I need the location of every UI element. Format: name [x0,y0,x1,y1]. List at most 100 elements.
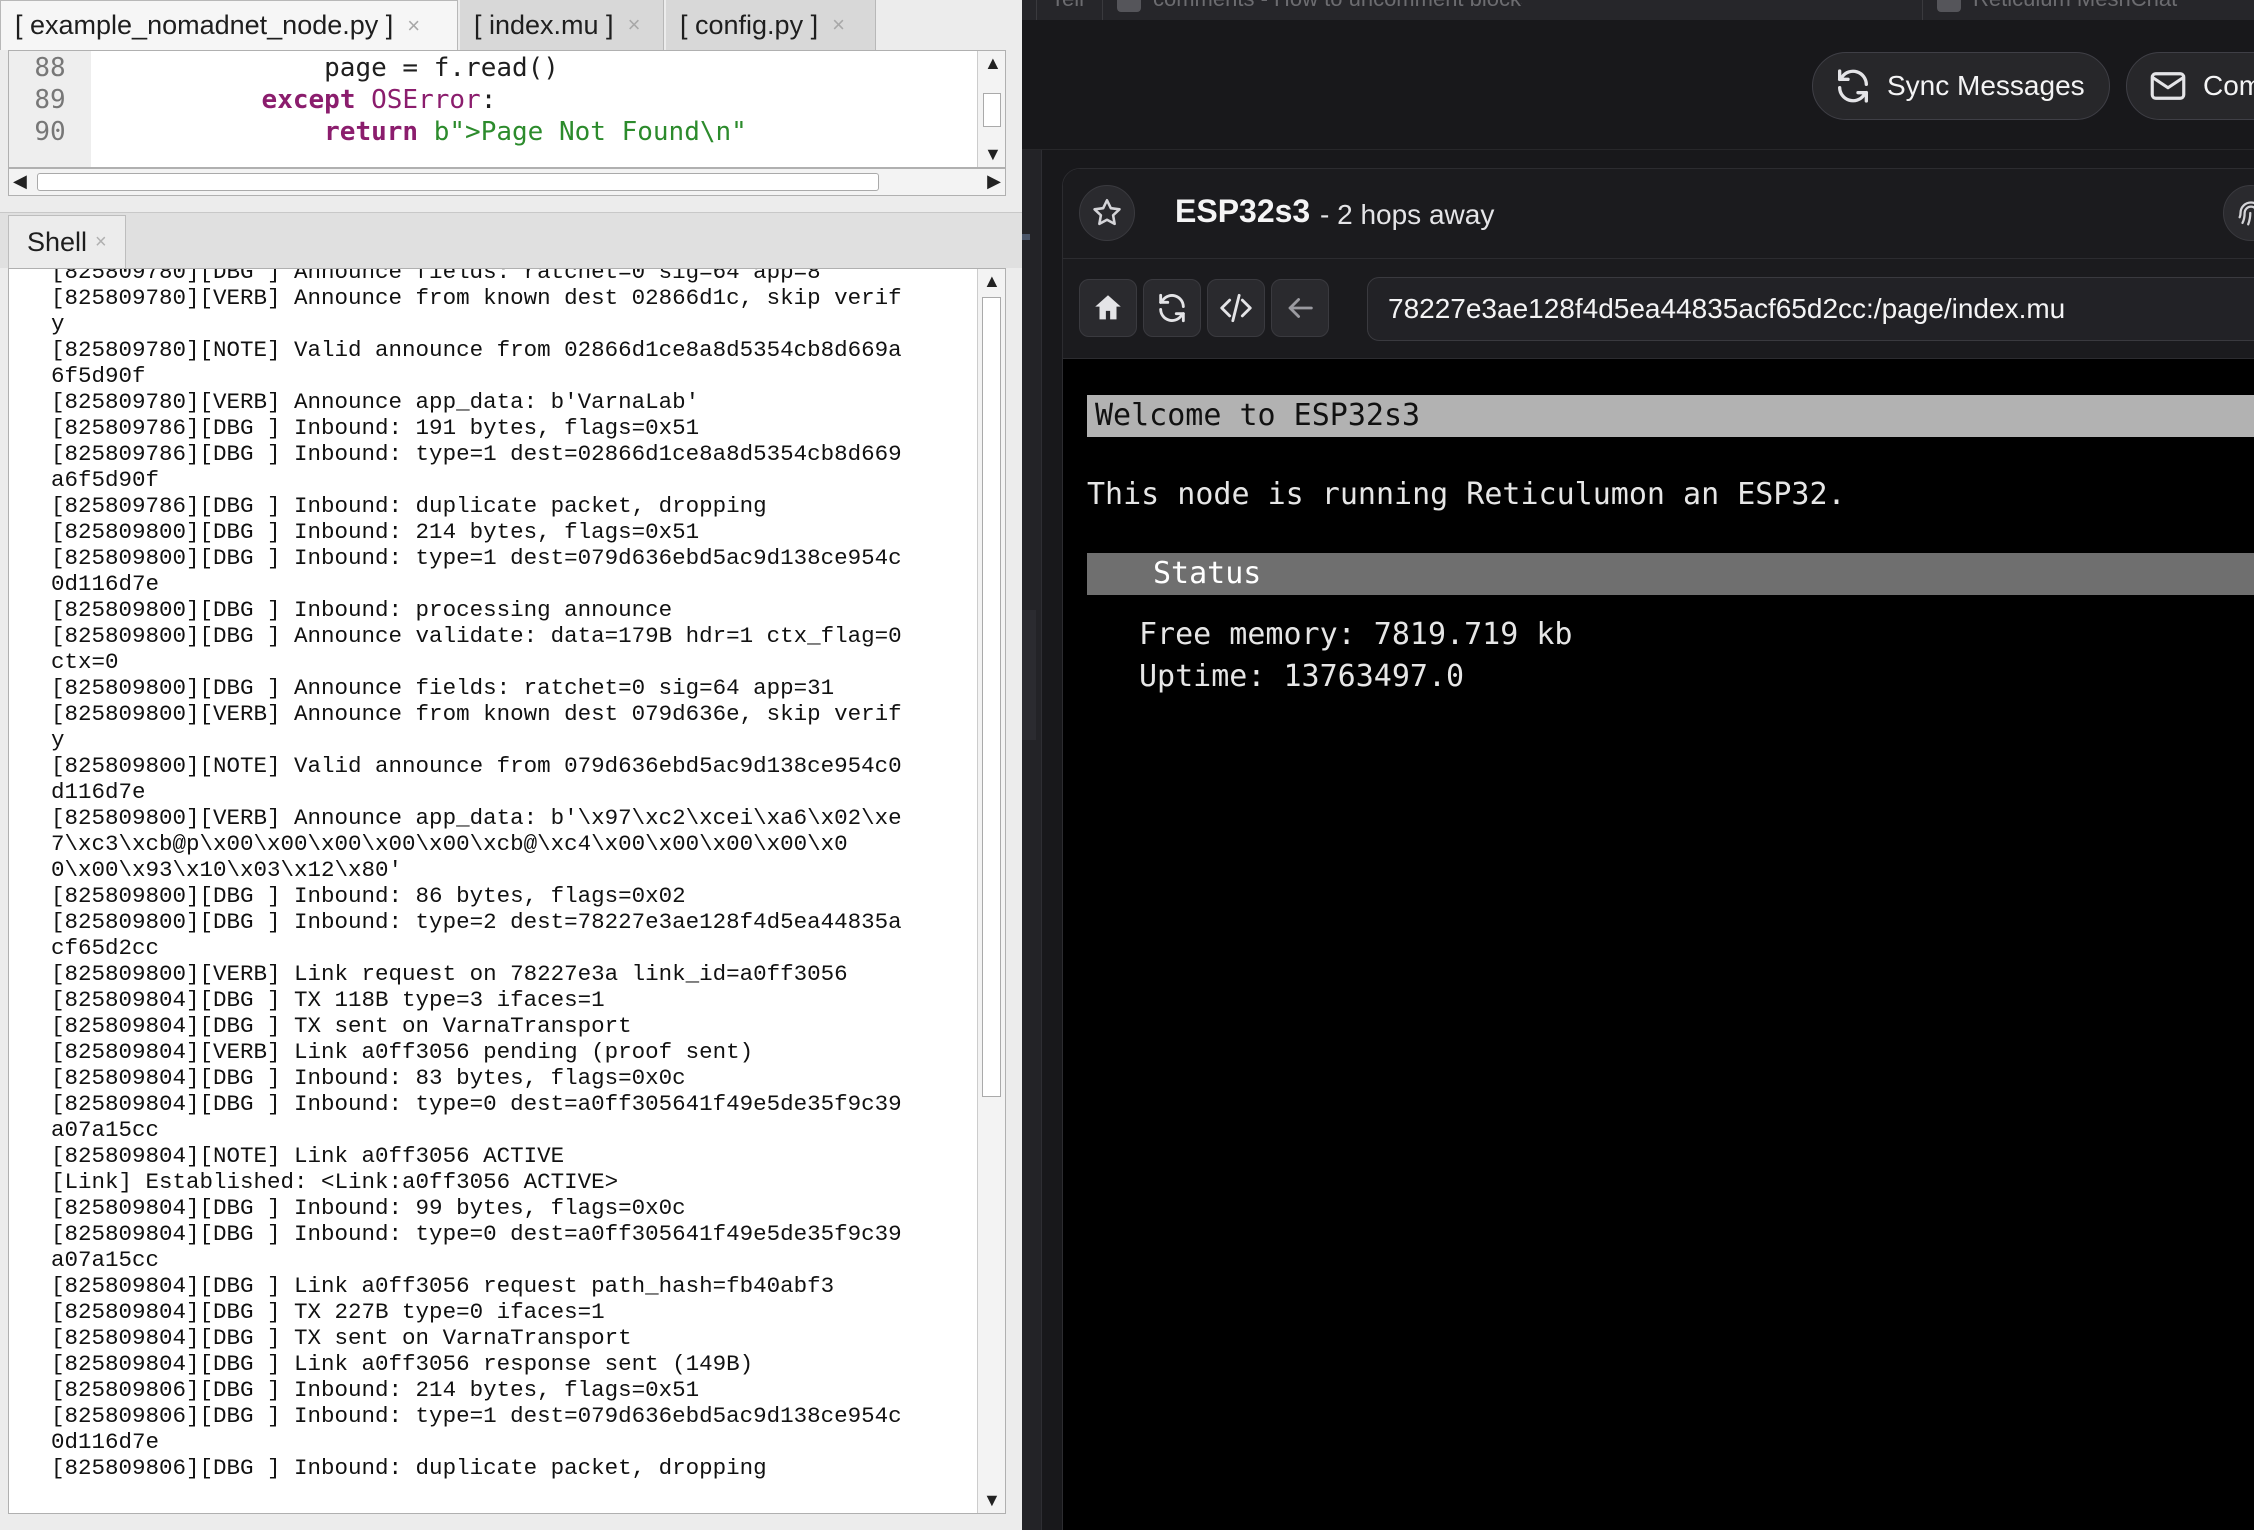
shell-line: [825809804][DBG ] Inbound: type=0 dest=a… [51,1221,902,1247]
editor-tab[interactable]: [ example_nomadnet_node.py ] × [0,0,458,50]
home-button[interactable] [1079,279,1137,337]
sidebar-scroll [1022,610,1036,740]
shell-line: [825809804][DBG ] TX sent on VarnaTransp… [51,1013,632,1039]
scroll-down-arrow-icon[interactable]: ▼ [983,1490,1001,1511]
shell-line: ctx=0 [51,649,119,675]
scroll-right-arrow-icon[interactable]: ▶ [987,171,1001,192]
shell-line: [825809800][DBG ] Inbound: type=2 dest=7… [51,909,902,935]
shell-line: [825809806][DBG ] Inbound: 214 bytes, fl… [51,1377,700,1403]
shell-output: [825809780][DBG ] Announce fields: ratch… [51,269,971,1481]
code-line[interactable]: return b">Page Not Found\n" [105,117,747,147]
tab-shell[interactable]: Shell × [8,215,126,269]
browser-tab[interactable]: Tell [1036,0,1084,20]
favourite-button[interactable] [1079,185,1135,241]
scroll-up-arrow-icon[interactable]: ▲ [983,271,1001,292]
shell-line: [825809804][DBG ] TX 227B type=0 ifaces=… [51,1299,605,1325]
shell-line: 7\xc3\xcb@p\x00\x00\x00\x00\x00\xcb@\xc4… [51,831,848,857]
identity-button[interactable] [2223,185,2254,241]
shell-line: [825809800][DBG ] Inbound: processing an… [51,597,673,623]
shell-console[interactable]: [825809780][DBG ] Announce fields: ratch… [8,268,1006,1514]
shell-line: [825809800][NOTE] Valid announce from 07… [51,753,902,779]
shell-line: [825809780][VERB] Announce app_data: b'V… [51,389,700,415]
browser-tab[interactable]: comments - How to uncomment blocks code … [1102,0,1522,20]
navigation-bar: 78227e3ae128f4d5ea44835acf65d2cc:/page/i… [1063,259,2254,359]
meshchat-window: Tell comments - How to uncomment blocks … [1022,0,2254,1530]
shell-tab-bar: Shell × [0,212,1022,269]
refresh-icon [1838,69,1868,103]
shell-line: [825809800][DBG ] Announce fields: ratch… [51,675,835,701]
shell-line: [825809800][DBG ] Announce validate: dat… [51,623,902,649]
shell-line: [825809800][DBG ] Inbound: type=1 dest=0… [51,545,902,571]
shell-line: [825809804][NOTE] Link a0ff3056 ACTIVE [51,1143,565,1169]
sync-messages-label: Sync Messages [1887,70,2085,101]
free-memory-value: Free memory: 7819.719 kb [1139,617,1573,652]
shell-line: 0d116d7e [51,571,160,597]
micron-page: Welcome to ESP32s3 This node is running … [1063,359,2254,1530]
shell-line: [825809786][DBG ] Inbound: type=1 dest=0… [51,441,902,467]
shell-line: [825809804][DBG ] Inbound: type=0 dest=a… [51,1091,902,1117]
editor-tab[interactable]: [ config.py ] × [666,0,876,50]
view-source-button[interactable] [1207,279,1265,337]
shell-line: [825809780][NOTE] Valid announce from 02… [51,337,902,363]
close-icon[interactable]: × [832,12,845,38]
shell-line: y [51,311,65,337]
shell-line: 0d116d7e [51,1429,160,1455]
peer-name: ESP32s3 [1175,193,1311,229]
scroll-down-arrow-icon[interactable]: ▼ [984,144,1002,165]
page-heading: Welcome to ESP32s3 [1087,395,2254,437]
page-intro: This node is running Reticulumon an ESP3… [1087,477,1846,512]
shell-vertical-scrollbar[interactable]: ▲ ▼ [977,269,1005,1513]
editor-tab[interactable]: [ index.mu ] × [460,0,664,50]
scroll-left-arrow-icon[interactable]: ◀ [13,171,27,192]
scroll-up-arrow-icon[interactable]: ▲ [984,53,1002,74]
shell-line: [825809800][DBG ] Inbound: 86 bytes, fla… [51,883,686,909]
reload-button[interactable] [1143,279,1201,337]
code-token: : [480,85,497,115]
line-number: 88 [34,53,66,83]
shell-line: cf65d2cc [51,935,160,961]
tab-shell-label: Shell [27,227,88,257]
shell-line: [825809800][VERB] Announce from known de… [51,701,902,727]
browser-tab-label: comments - How to uncomment blocks code … [1153,0,1522,11]
shell-line: [825809800][VERB] Link request on 78227e… [51,961,848,987]
code-editor[interactable]: 88 89 90 page = f.read() except OSError: r… [8,50,1006,168]
top-toolbar: Sync Messages Com [1022,20,2254,150]
code-token: return [324,117,419,147]
shell-line: 6f5d90f [51,363,146,389]
shell-line: a6f5d90f [51,467,160,493]
editor-tab-label: [ index.mu ] [474,9,614,40]
close-icon[interactable]: × [95,231,107,254]
close-icon[interactable]: × [407,13,420,39]
editor-horizontal-scrollbar[interactable]: ◀ ▶ [8,168,1006,196]
uptime-value: Uptime: 13763497.0 [1139,659,1465,694]
editor-tab-label: [ config.py ] [680,9,819,40]
peer-header: ESP32s3 - 2 hops away [1063,169,2254,259]
shell-line: a07a15cc [51,1247,160,1273]
url-input[interactable]: 78227e3ae128f4d5ea44835acf65d2cc:/page/i… [1367,277,2254,341]
editor-scroll-thumb[interactable] [983,93,1001,127]
line-number: 89 [34,85,66,115]
editor-hscroll-thumb[interactable] [37,173,879,191]
code-line[interactable]: page = f.read() [105,53,559,83]
shell-scroll-thumb[interactable] [982,297,1001,1097]
browser-tab[interactable]: Reticulum MeshChat [1922,0,2242,20]
compose-button[interactable]: Com [2126,52,2254,120]
shell-line: [Link] Established: <Link:a0ff3056 ACTIV… [51,1169,619,1195]
code-token: page = f.read() [324,53,559,83]
sync-messages-button[interactable]: Sync Messages [1812,52,2110,120]
shell-line: [825809806][DBG ] Inbound: type=1 dest=0… [51,1403,902,1429]
close-icon[interactable]: × [628,12,641,38]
shell-line: [825809804][DBG ] TX sent on VarnaTransp… [51,1325,632,1351]
star-icon [1093,198,1121,226]
fingerprint-icon [2238,201,2254,226]
shell-line: [825809804][VERB] Link a0ff3056 pending … [51,1039,754,1065]
back-button[interactable] [1271,279,1329,337]
code-line[interactable]: except OSError: [105,85,497,115]
editor-vertical-scrollbar[interactable]: ▲ ▼ [977,51,1005,167]
shell-line: [825809800][VERB] Announce app_data: b'\… [51,805,902,831]
editor-tab-label: [ example_nomadnet_node.py ] [15,10,394,40]
shell-line: [825809804][DBG ] TX 118B type=3 ifaces=… [51,987,605,1013]
code-token: except [261,85,356,115]
